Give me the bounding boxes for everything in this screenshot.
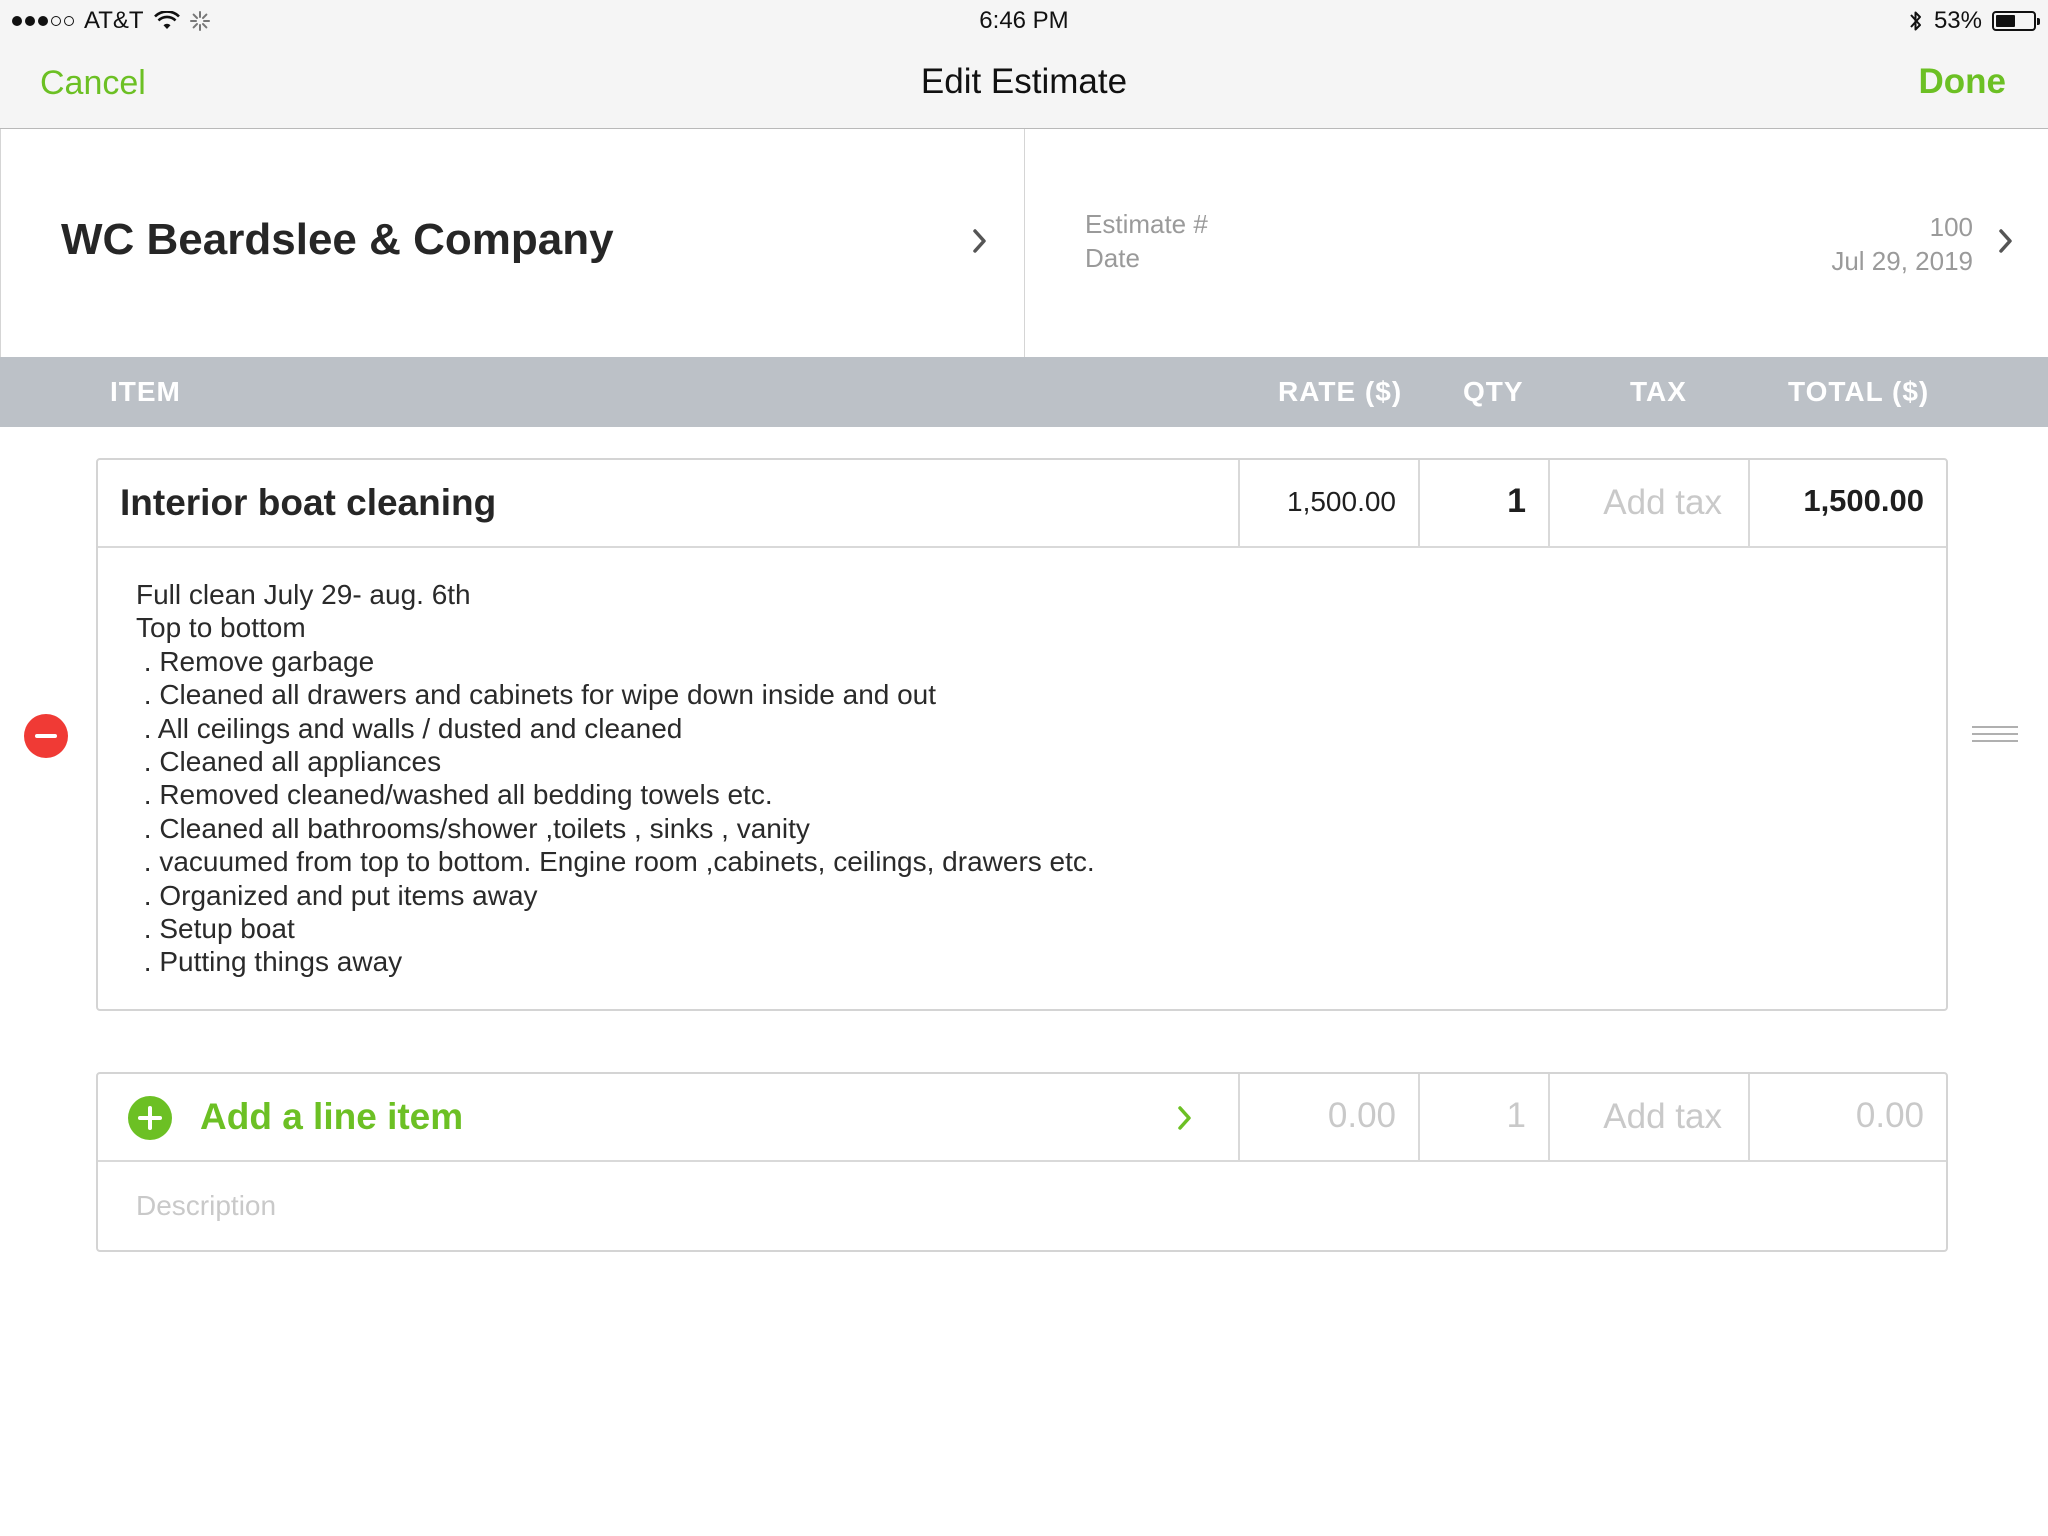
rate-cell[interactable]: 1,500.00 [1238,460,1418,546]
description-line: . Removed cleaned/washed all bedding tow… [136,779,773,811]
bluetooth-icon [1910,11,1921,31]
estimate-number-value: 100 [1929,212,1973,242]
add-line-item-card: Add a line item 0.00 1 Add tax 0.00 Desc… [96,1072,1948,1252]
tax-cell[interactable]: Add tax [1548,460,1748,546]
column-item: ITEM [110,376,181,407]
description-line: . Setup boat [136,913,295,945]
line-item-name[interactable]: Interior boat cleaning [120,482,496,524]
tax-placeholder: Add tax [1603,483,1722,522]
qty-cell[interactable]: 1 [1418,460,1548,546]
description-line: . Cleaned all drawers and cabinets for w… [136,679,937,711]
new-total-cell: 0.00 [1748,1074,1946,1160]
column-total: TOTAL ($) [1788,376,1930,407]
description-line: Top to bottom [136,612,306,644]
add-circle-icon[interactable] [128,1096,172,1140]
battery-fill [1996,15,2016,27]
customer-name: WC Beardslee & Company [61,215,614,264]
description-line: Full clean July 29- aug. 6th [136,579,471,610]
reorder-handle-icon[interactable] [1972,726,2018,746]
new-tax-placeholder: Add tax [1603,1097,1722,1136]
date-value: Jul 29, 2019 [1831,246,1973,276]
line-item-row: Interior boat cleaning 1,500.00 1 Add ta… [98,460,1946,548]
line-item-card: Interior boat cleaning 1,500.00 1 Add ta… [96,458,1948,1011]
estimate-header: WC Beardslee & Company Estimate # 100 Da… [0,129,2048,357]
chevron-right-icon [1999,229,2012,253]
add-line-item-button[interactable]: Add a line item [200,1096,463,1138]
rate-value: 1,500.00 [1287,486,1396,517]
navigation-bar: Cancel Edit Estimate Done [0,42,2048,129]
description-line: . Putting things away [136,946,403,978]
status-right: 53% [1908,7,2040,35]
battery-icon [1992,11,2040,31]
column-header-row: ITEM RATE ($) QTY TAX TOTAL ($) [0,357,2048,427]
description-line: . All ceilings and walls / dusted and cl… [136,712,683,744]
done-button[interactable]: Done [1919,62,2007,102]
delete-line-item-button[interactable] [24,714,68,758]
column-tax: TAX [1630,376,1687,407]
battery-percent: 53% [1933,7,1982,34]
line-item-description[interactable]: Full clean July 29- aug. 6th Top to botto… [136,578,1095,979]
qty-value: 1 [1507,482,1526,520]
status-time: 6:46 PM [979,7,1069,34]
new-tax-cell[interactable]: Add tax [1548,1074,1748,1160]
description-line: . Remove garbage [136,645,375,677]
new-total-placeholder: 0.00 [1855,1096,1924,1135]
page-title: Edit Estimate [920,62,1128,101]
description-line: . Cleaned all appliances [136,746,442,778]
status-bar: AT&T 6:46 PM 53% [0,0,2048,42]
total-value: 1,500.00 [1803,483,1924,518]
description-line: . Organized and put items away [136,879,538,911]
column-rate: RATE ($) [1278,376,1403,407]
description-field[interactable]: Description [136,1190,276,1222]
new-rate-cell[interactable]: 0.00 [1238,1074,1418,1160]
add-line-item-row[interactable]: Add a line item 0.00 1 Add tax 0.00 [98,1074,1946,1162]
description-line: . Cleaned all bathrooms/shower ,toilets … [136,812,810,844]
date-label: Date [1085,243,1140,273]
chevron-right-icon [1178,1106,1191,1130]
new-qty-cell[interactable]: 1 [1418,1074,1548,1160]
total-cell: 1,500.00 [1748,460,1946,546]
column-qty: QTY [1463,376,1524,407]
estimate-details[interactable]: Estimate # 100 Date Jul 29, 2019 [1025,129,2048,357]
chevron-right-icon [973,229,986,253]
new-qty-placeholder: 1 [1506,1096,1526,1135]
customer-selector[interactable]: WC Beardslee & Company [1,129,1025,357]
estimate-number-label: Estimate # [1085,209,1208,239]
new-rate-placeholder: 0.00 [1327,1096,1396,1135]
description-line: . vacuumed from top to bottom. Engine ro… [136,846,1095,878]
